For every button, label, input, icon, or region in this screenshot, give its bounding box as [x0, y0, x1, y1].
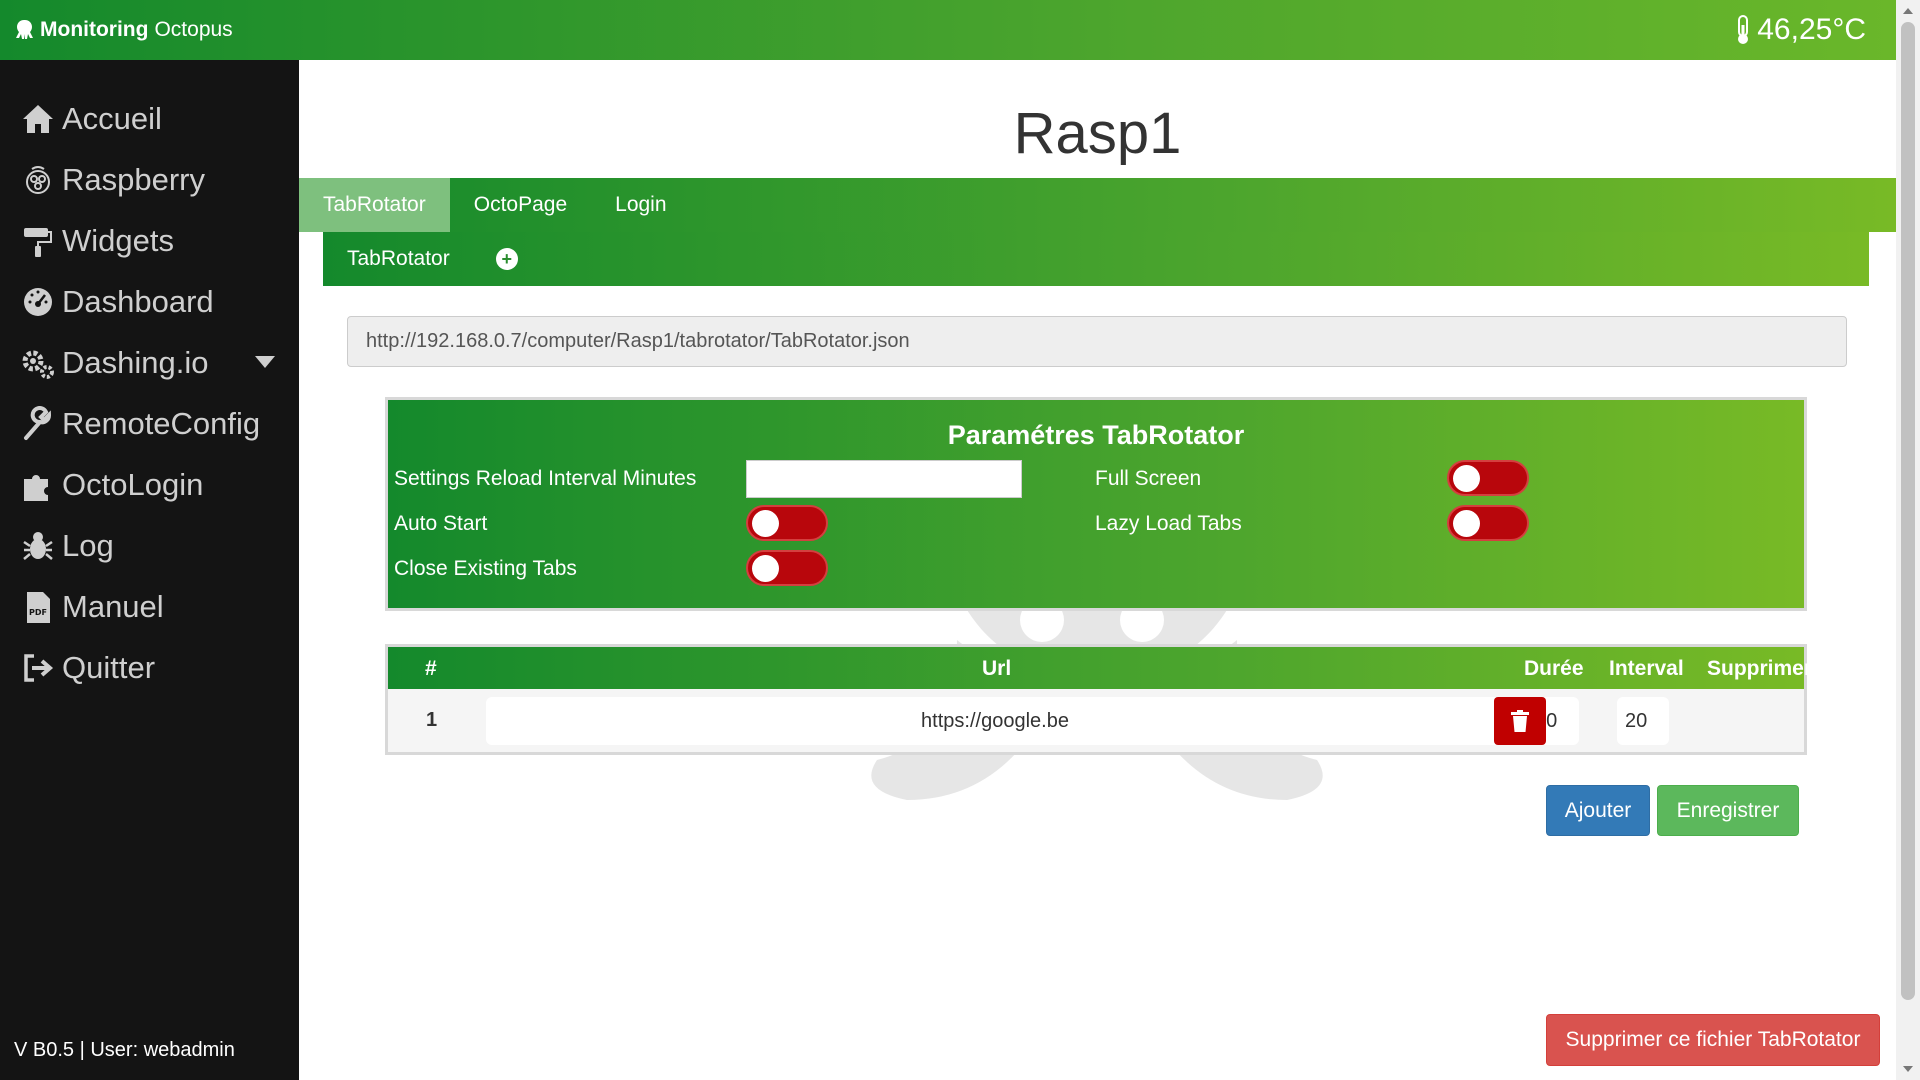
brand-rest: Octopus — [154, 18, 233, 41]
raspberry-icon — [26, 165, 50, 194]
sidebar: Accueil Raspberry Widgets Dashboard Dash… — [0, 60, 299, 1080]
pdf-icon: PDF — [27, 591, 50, 623]
reload-interval-label: Settings Reload Interval Minutes — [394, 467, 697, 490]
sidebar-item-label: Raspberry — [62, 161, 205, 197]
wrench-icon — [24, 405, 51, 440]
interval-input[interactable]: 20 — [1617, 697, 1669, 745]
sidebar-item-log[interactable]: Log — [0, 515, 299, 576]
toggle-knob — [1453, 510, 1480, 537]
json-url-field[interactable]: http://192.168.0.7/computer/Rasp1/tabrot… — [347, 316, 1847, 367]
close-tabs-toggle[interactable] — [746, 550, 828, 586]
full-screen-label: Full Screen — [1095, 467, 1202, 490]
col-header-duree: Durée — [1524, 657, 1584, 680]
sidebar-item-label: Dashboard — [62, 283, 214, 319]
url-input[interactable]: https://google.be — [486, 697, 1504, 745]
tab-tabrotator[interactable]: TabRotator — [299, 178, 450, 232]
close-tabs-label: Close Existing Tabs — [394, 557, 577, 580]
temperature-display: 46,25°C — [1735, 13, 1866, 47]
svg-text:PDF: PDF — [29, 608, 47, 617]
octopus-icon — [16, 20, 33, 39]
params-panel: Paramétres TabRotator Settings Reload In… — [385, 397, 1807, 611]
sidebar-item-label: Widgets — [62, 222, 174, 258]
lazy-load-label: Lazy Load Tabs — [1095, 512, 1242, 535]
paint-roller-icon — [24, 227, 52, 257]
brand-bold: Monitoring — [40, 18, 149, 41]
sidebar-item-label: Log — [62, 527, 114, 563]
toggle-knob — [752, 555, 779, 582]
scrollbar-thumb[interactable] — [1901, 22, 1915, 1000]
bug-icon — [23, 531, 53, 560]
cogs-icon — [22, 350, 54, 379]
sidebar-item-dashboard[interactable]: Dashboard — [0, 271, 299, 332]
sign-out-icon — [24, 653, 54, 682]
delete-file-button[interactable]: Supprimer ce fichier TabRotator — [1546, 1014, 1880, 1066]
save-button[interactable]: Enregistrer — [1657, 785, 1799, 836]
tabs-table: # Url Durée Interval Supprimer 1 https:/… — [385, 644, 1812, 755]
col-header-num: # — [425, 657, 437, 680]
delete-row-button[interactable] — [1494, 697, 1546, 745]
main-content: Rasp1 TabRotator OctoPage Login TabRotat… — [299, 60, 1896, 1080]
toggle-knob — [1453, 465, 1480, 492]
sidebar-item-manuel[interactable]: PDF Manuel — [0, 576, 299, 637]
col-header-supprimer: Supprimer — [1707, 657, 1813, 680]
scroll-down-icon[interactable] — [1903, 1066, 1913, 1072]
row-number: 1 — [426, 709, 438, 731]
col-header-interval: Interval — [1609, 657, 1684, 680]
home-icon — [23, 104, 53, 133]
add-button[interactable]: Ajouter — [1546, 785, 1650, 836]
sidebar-item-dashing[interactable]: Dashing.io — [0, 332, 299, 393]
chevron-down-icon[interactable] — [255, 356, 275, 368]
sidebar-item-octologin[interactable]: OctoLogin — [0, 454, 299, 515]
sidebar-item-quitter[interactable]: Quitter — [0, 637, 299, 698]
tab-octopage[interactable]: OctoPage — [450, 178, 591, 232]
puzzle-icon — [24, 474, 48, 501]
reload-interval-input[interactable] — [746, 460, 1022, 498]
temperature-value: 46,25°C — [1757, 13, 1866, 46]
toggle-knob — [752, 510, 779, 537]
sidebar-item-accueil[interactable]: Accueil — [0, 88, 299, 149]
add-file-icon[interactable]: + — [495, 248, 518, 270]
full-screen-toggle[interactable] — [1447, 460, 1529, 496]
top-bar: Monitoring Octopus 46,25°C — [0, 0, 1896, 60]
sidebar-item-label: OctoLogin — [62, 466, 204, 502]
sidebar-item-label: Quitter — [62, 649, 156, 685]
sidebar-item-label: RemoteConfig — [62, 405, 261, 441]
trash-icon — [1511, 710, 1529, 732]
dashboard-icon — [24, 287, 52, 316]
subtab-tabrotator[interactable]: TabRotator — [323, 247, 474, 271]
sidebar-item-label: Dashing.io — [62, 344, 209, 380]
params-title: Paramétres TabRotator — [947, 420, 1245, 450]
scrollbar[interactable] — [1896, 0, 1920, 1080]
version-user-info: V B0.5 | User: webadmin — [14, 1039, 235, 1061]
sidebar-item-label: Manuel — [62, 588, 164, 624]
thermometer-icon — [1738, 15, 1749, 44]
auto-start-toggle[interactable] — [746, 505, 828, 541]
tab-bar: TabRotator OctoPage Login — [299, 178, 1896, 232]
sidebar-item-remoteconfig[interactable]: RemoteConfig — [0, 393, 299, 454]
page-title: Rasp1 — [1013, 101, 1182, 166]
scroll-up-icon[interactable] — [1903, 8, 1913, 14]
tab-login[interactable]: Login — [591, 178, 690, 232]
table-header: # Url Durée Interval Supprimer — [388, 647, 1812, 689]
sidebar-item-label: Accueil — [62, 100, 162, 136]
sidebar-item-widgets[interactable]: Widgets — [0, 210, 299, 271]
auto-start-label: Auto Start — [394, 512, 488, 535]
subtab-bar: TabRotator + — [323, 232, 1869, 286]
lazy-load-toggle[interactable] — [1447, 505, 1529, 541]
table-row: 1 https://google.be 10 20 — [388, 689, 1804, 752]
col-header-url: Url — [982, 657, 1012, 680]
brand[interactable]: Monitoring Octopus — [14, 18, 233, 42]
sidebar-item-raspberry[interactable]: Raspberry — [0, 149, 299, 210]
